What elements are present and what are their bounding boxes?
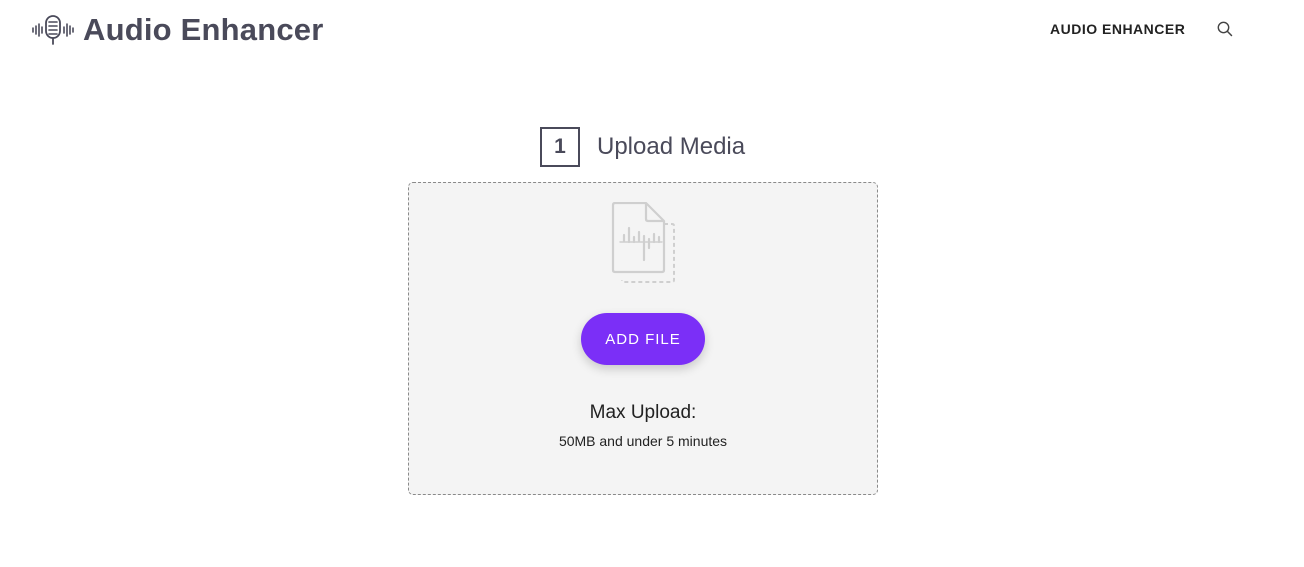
search-icon[interactable] <box>1216 20 1234 38</box>
audio-file-icon <box>611 202 675 283</box>
max-upload-label: Max Upload: <box>589 402 697 423</box>
site-title: Audio Enhancer <box>83 12 324 47</box>
step-title: Upload Media <box>597 133 746 160</box>
microphone-soundwave-icon <box>32 15 74 45</box>
site-logo[interactable]: Audio Enhancer <box>31 12 324 48</box>
site-header: Audio Enhancer AUDIO ENHANCER <box>0 0 1304 58</box>
step-number-badge: 1 <box>540 127 580 167</box>
nav-link-audio-enhancer[interactable]: AUDIO ENHANCER <box>1050 21 1185 37</box>
add-file-button[interactable]: ADD FILE <box>581 313 705 365</box>
max-upload-detail: 50MB and under 5 minutes <box>558 433 728 449</box>
upload-dropzone[interactable]: ADD FILE Max Upload: 50MB and under 5 mi… <box>408 182 878 495</box>
step-heading: 1 Upload Media <box>540 127 745 167</box>
